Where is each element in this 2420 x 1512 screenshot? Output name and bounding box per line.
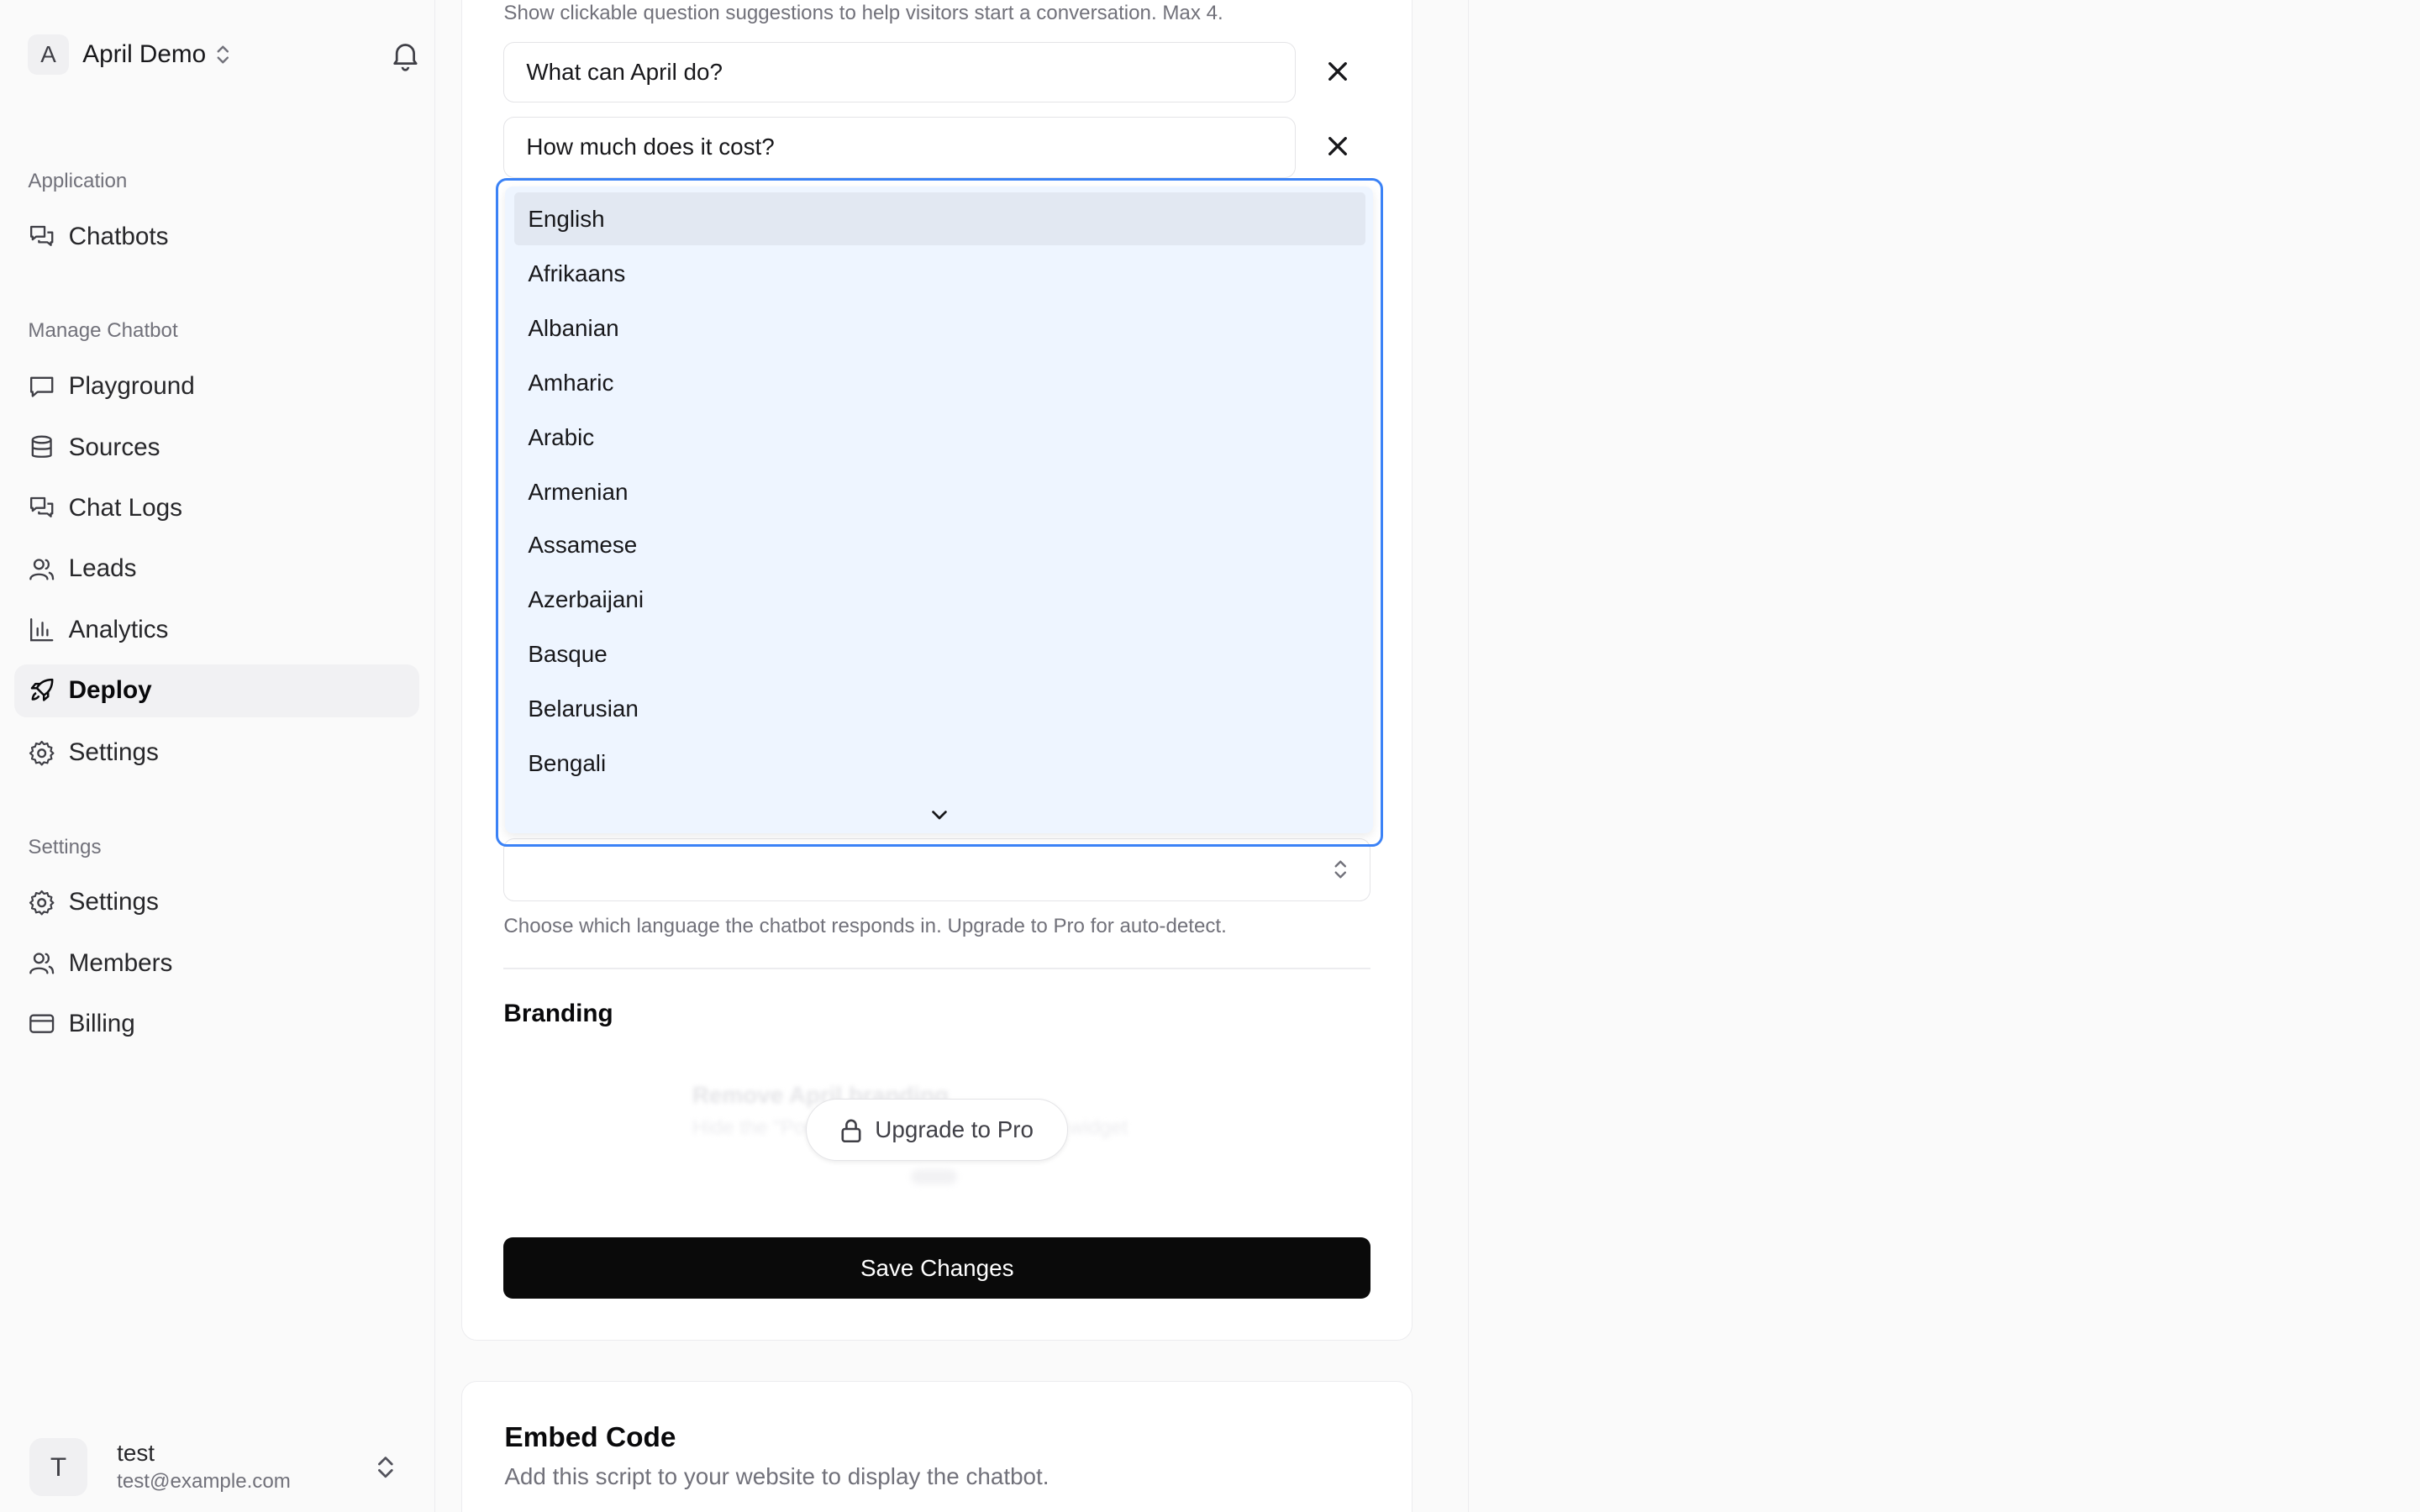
chevron-down-icon[interactable]: [929, 807, 950, 823]
save-changes-button[interactable]: Save Changes: [503, 1237, 1371, 1299]
user-info: test test@example.com: [117, 1440, 291, 1494]
divider: [503, 968, 1371, 970]
sidebar-item-chatbot-settings[interactable]: Settings: [14, 727, 419, 780]
group-label-manage-chatbot: Manage Chatbot: [28, 319, 178, 343]
language-option[interactable]: Belarusian: [514, 682, 1365, 735]
sidebar-item-chatbots[interactable]: Chatbots: [14, 211, 419, 264]
sidebar-item-label: Settings: [68, 888, 159, 916]
gear-icon: [29, 890, 55, 916]
preview-panel: [1469, 0, 2420, 1512]
sidebar-item-members[interactable]: Members: [14, 937, 419, 990]
language-options-list: English Afrikaans Albanian Amharic Arabi…: [504, 186, 1374, 834]
bell-icon[interactable]: [388, 38, 423, 72]
suggestions-hint: Show clickable question suggestions to h…: [503, 1, 1223, 24]
sidebar: A April Demo Application Chatbots Manage…: [0, 0, 435, 1512]
embed-code-title: Embed Code: [504, 1422, 676, 1454]
chat-bubbles-icon: [30, 497, 54, 518]
sidebar-item-analytics[interactable]: Analytics: [14, 603, 419, 656]
close-icon[interactable]: [1323, 56, 1354, 87]
language-select[interactable]: [503, 838, 1371, 901]
sidebar-item-leads[interactable]: Leads: [14, 543, 419, 596]
language-hint: Choose which language the chatbot respon…: [503, 915, 1227, 938]
language-option[interactable]: Basque: [514, 627, 1365, 680]
group-label-application: Application: [28, 170, 128, 193]
chevrons-up-down-icon: [1334, 860, 1346, 879]
credit-card-icon: [29, 1014, 55, 1034]
sidebar-item-label: Sources: [68, 433, 160, 461]
workspace-switcher[interactable]: A April Demo: [14, 28, 423, 81]
suggestion-input[interactable]: How much does it cost?: [503, 117, 1297, 178]
sidebar-item-playground[interactable]: Playground: [14, 360, 419, 413]
users-icon: [29, 558, 55, 580]
branding-toggle: [910, 1168, 958, 1185]
chevrons-up-down-icon: [217, 45, 229, 64]
language-dropdown[interactable]: English Afrikaans Albanian Amharic Arabi…: [496, 177, 1383, 847]
sidebar-item-label: Settings: [68, 738, 159, 767]
language-option[interactable]: Assamese: [514, 518, 1365, 571]
language-option[interactable]: Azerbaijani: [514, 573, 1365, 626]
language-option[interactable]: Amharic: [514, 356, 1365, 409]
sidebar-item-label: Chat Logs: [68, 493, 182, 522]
branding-title: Branding: [503, 999, 613, 1027]
database-icon: [32, 435, 53, 458]
sidebar-item-settings[interactable]: Settings: [14, 876, 419, 929]
upgrade-to-pro-button[interactable]: Upgrade to Pro: [806, 1099, 1069, 1162]
sidebar-item-label: Chatbots: [68, 223, 169, 251]
user-email: test@example.com: [117, 1470, 291, 1494]
sidebar-item-label: Leads: [68, 554, 137, 583]
workspace-avatar: A: [28, 34, 69, 76]
bar-chart-icon: [30, 617, 54, 642]
user-avatar: T: [29, 1437, 87, 1496]
language-option[interactable]: Afrikaans: [514, 247, 1365, 300]
language-option-english[interactable]: English: [513, 192, 1365, 246]
workspace-name: April Demo: [82, 39, 207, 68]
language-option[interactable]: Armenian: [514, 465, 1365, 518]
suggestion-input[interactable]: What can April do?: [503, 42, 1297, 103]
app-root: A April Demo Application Chatbots Manage…: [0, 0, 2420, 1512]
rocket-icon: [31, 679, 54, 701]
user-menu[interactable]: T test test@example.com: [14, 1421, 419, 1512]
group-label-settings: Settings: [28, 835, 102, 858]
user-name: test: [117, 1440, 155, 1467]
embed-code-card: Embed Code Add this script to your websi…: [461, 1381, 1413, 1512]
embed-code-description: Add this script to your website to displ…: [504, 1462, 1050, 1489]
language-option[interactable]: Albanian: [514, 302, 1365, 354]
sidebar-item-label: Deploy: [68, 676, 152, 705]
upgrade-label: Upgrade to Pro: [875, 1116, 1034, 1143]
gear-icon: [29, 740, 55, 766]
language-option[interactable]: Arabic: [514, 411, 1365, 464]
lock-icon: [841, 1119, 861, 1142]
sidebar-item-label: Members: [68, 948, 173, 977]
chevrons-up-down-icon: [377, 1456, 393, 1478]
users-icon: [29, 953, 55, 974]
sidebar-item-deploy[interactable]: Deploy: [13, 664, 420, 717]
sidebar-item-chat-logs[interactable]: Chat Logs: [14, 481, 419, 534]
sidebar-item-billing[interactable]: Billing: [14, 998, 419, 1051]
sidebar-item-label: Billing: [68, 1010, 135, 1038]
close-icon[interactable]: [1323, 131, 1354, 162]
message-square-icon: [30, 376, 54, 397]
chat-bubbles-icon: [30, 226, 54, 247]
language-option[interactable]: Bengali: [514, 737, 1365, 790]
sidebar-item-sources[interactable]: Sources: [14, 421, 419, 474]
sidebar-item-label: Analytics: [68, 615, 169, 643]
sidebar-item-label: Playground: [68, 372, 195, 401]
